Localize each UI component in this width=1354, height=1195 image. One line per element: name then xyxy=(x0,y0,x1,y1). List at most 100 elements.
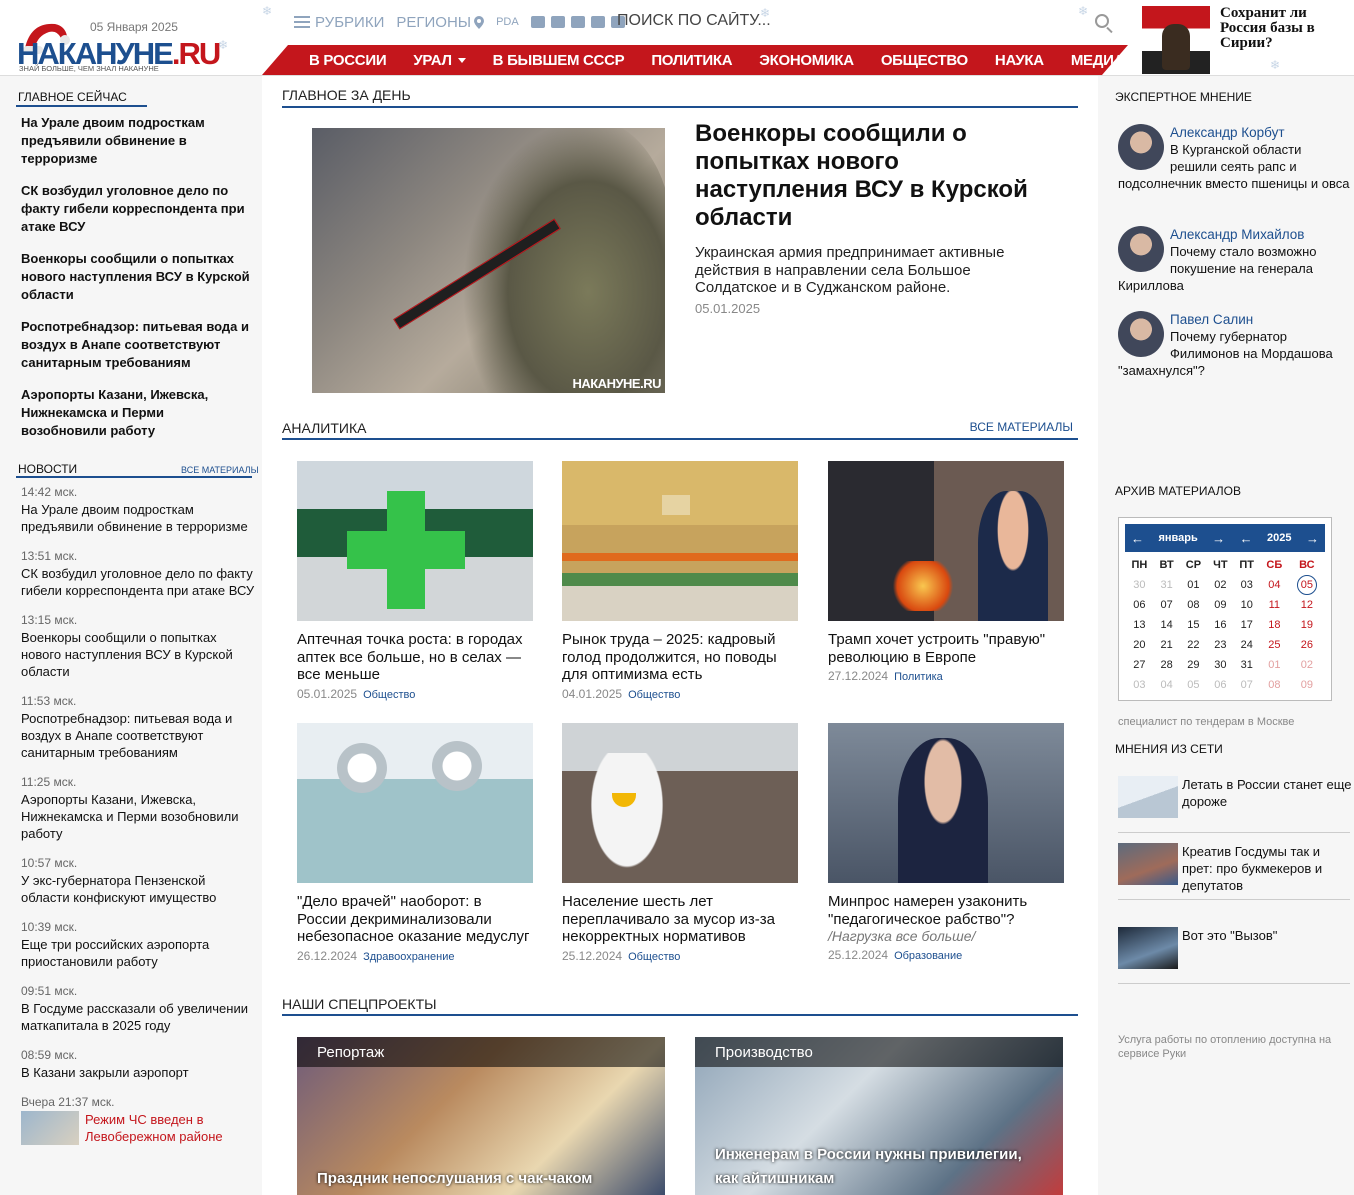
calendar-day[interactable]: 23 xyxy=(1207,635,1233,655)
regions-link[interactable]: РЕГИОНЫ xyxy=(396,14,485,31)
calendar-day[interactable]: 03 xyxy=(1233,575,1260,595)
calendar-day[interactable]: 30 xyxy=(1125,575,1154,595)
calendar-day[interactable]: 13 xyxy=(1125,615,1154,635)
news-all-link[interactable]: ВСЕ МАТЕРИАЛЫ xyxy=(181,465,259,475)
expert-item[interactable]: Александр Корбут В Курганской области ре… xyxy=(1118,124,1350,192)
calendar-day[interactable]: 07 xyxy=(1154,595,1180,615)
menu-item-politics[interactable]: ПОЛИТИКА xyxy=(651,52,732,69)
expert-item[interactable]: Павел Салин Почему губернатор Филимонов … xyxy=(1118,311,1350,379)
analytics-card[interactable]: Рынок труда – 2025: кадровый голод продо… xyxy=(562,461,798,701)
calendar-day[interactable]: 10 xyxy=(1233,595,1260,615)
lead-title[interactable]: Военкоры сообщили о попытках нового наст… xyxy=(695,120,1045,232)
calendar-day[interactable]: 17 xyxy=(1233,615,1260,635)
card-category[interactable]: Образование xyxy=(894,950,962,962)
calendar-day[interactable]: 28 xyxy=(1154,655,1180,675)
calendar-day[interactable]: 25 xyxy=(1260,635,1289,655)
menu-item-ural[interactable]: УРАЛ xyxy=(413,52,465,69)
calendar-day[interactable]: 29 xyxy=(1180,655,1208,675)
ad-link[interactable]: Услуга работы по отоплению доступна на с… xyxy=(1118,1033,1338,1061)
calendar-day[interactable]: 04 xyxy=(1260,575,1289,595)
list-item[interactable]: На Урале двоим подросткам предъявили обв… xyxy=(21,114,253,168)
list-item[interactable]: Роспотребнадзор: питьевая вода и воздух … xyxy=(21,318,253,372)
expert-item[interactable]: Александр Михайлов Почему стало возможно… xyxy=(1118,226,1350,294)
calendar-day[interactable]: 11 xyxy=(1260,595,1289,615)
card-category[interactable]: Здравоохранение xyxy=(363,951,454,963)
calendar-day[interactable]: 14 xyxy=(1154,615,1180,635)
prev-month-button[interactable]: ← xyxy=(1131,531,1144,546)
calendar-day[interactable]: 31 xyxy=(1233,655,1260,675)
ad-link[interactable]: специалист по тендерам в Москве xyxy=(1118,715,1338,729)
calendar-day[interactable]: 02 xyxy=(1207,575,1233,595)
news-item[interactable]: Вчера 21:37 мск. Режим ЧС введен в Левобе… xyxy=(21,1094,257,1145)
news-item[interactable]: 10:57 мск. У экс-губернатора Пензенской о… xyxy=(21,855,257,906)
ok-icon[interactable] xyxy=(590,16,605,28)
calendar-day[interactable]: 18 xyxy=(1260,615,1289,635)
news-item[interactable]: 10:39 мск. Еще три российских аэропорта п… xyxy=(21,919,257,970)
news-item[interactable]: 08:59 мск. В Казани закрыли аэропорт xyxy=(21,1047,257,1081)
calendar-day[interactable]: 02 xyxy=(1289,655,1325,675)
calendar-day[interactable]: 07 xyxy=(1233,675,1260,695)
next-month-button[interactable]: → xyxy=(1212,531,1225,546)
opinion-item[interactable]: Вот это "Вызов" xyxy=(1118,927,1350,984)
calendar-day[interactable]: 26 xyxy=(1289,635,1325,655)
menu-item-media[interactable]: МЕДИА xyxy=(1071,52,1138,69)
menu-item-russia[interactable]: В РОССИИ xyxy=(309,52,386,69)
menu-item-ussr[interactable]: В БЫВШЕМ СССР xyxy=(493,52,625,69)
next-year-button[interactable]: → xyxy=(1306,531,1319,546)
menu-item-society[interactable]: ОБЩЕСТВО xyxy=(881,52,968,69)
vk-icon[interactable] xyxy=(570,16,585,28)
analytics-card[interactable]: Аптечная точка роста: в городах аптек вс… xyxy=(297,461,533,701)
analytics-all-link[interactable]: ВСЕ МАТЕРИАЛЫ xyxy=(970,420,1073,434)
calendar-day[interactable]: 27 xyxy=(1125,655,1154,675)
calendar-day[interactable]: 30 xyxy=(1207,655,1233,675)
calendar-day[interactable]: 05 xyxy=(1180,675,1208,695)
calendar-day[interactable]: 03 xyxy=(1125,675,1154,695)
special-card[interactable]: Репортаж Праздник непослушания с чак-чак… xyxy=(297,1037,665,1195)
news-item[interactable]: 11:25 мск. Аэропорты Казани, Ижевска, Ниж… xyxy=(21,774,257,842)
news-item[interactable]: 09:51 мск. В Госдуме рассказали об увелич… xyxy=(21,983,257,1034)
prev-year-button[interactable]: ← xyxy=(1240,531,1253,546)
calendar-day[interactable]: 01 xyxy=(1260,655,1289,675)
pda-link[interactable]: PDA xyxy=(496,16,519,28)
calendar-day[interactable]: 31 xyxy=(1154,575,1180,595)
calendar-day[interactable]: 08 xyxy=(1180,595,1208,615)
opinion-item[interactable]: Креатив Госдумы так и прет: про букмекер… xyxy=(1118,843,1350,900)
rss-icon[interactable] xyxy=(530,16,545,28)
calendar-day[interactable]: 20 xyxy=(1125,635,1154,655)
analytics-card[interactable]: Минпрос намерен узаконить "педагогическо… xyxy=(828,723,1064,962)
calendar-day[interactable]: 04 xyxy=(1154,675,1180,695)
calendar-day[interactable]: 01 xyxy=(1180,575,1208,595)
news-item[interactable]: 14:42 мск. На Урале двоим подросткам пред… xyxy=(21,484,257,535)
analytics-card[interactable]: Трамп хочет устроить "правую" революцию … xyxy=(828,461,1064,683)
list-item[interactable]: Аэропорты Казани, Ижевска, Нижнекамска и… xyxy=(21,386,253,440)
list-item[interactable]: СК возбудил уголовное дело по факту гибе… xyxy=(21,182,253,236)
calendar-day[interactable]: 09 xyxy=(1289,675,1325,695)
calendar-day[interactable]: 12 xyxy=(1289,595,1325,615)
calendar-day[interactable]: 24 xyxy=(1233,635,1260,655)
card-category[interactable]: Общество xyxy=(628,689,680,701)
promo-banner[interactable]: Сохранит ли Россия базы в Сирии? xyxy=(1142,4,1352,74)
card-category[interactable]: Общество xyxy=(363,689,415,701)
list-item[interactable]: Военкоры сообщили о попытках нового наст… xyxy=(21,250,253,304)
card-category[interactable]: Общество xyxy=(628,951,680,963)
search-input[interactable] xyxy=(617,12,1087,30)
rubrics-link[interactable]: РУБРИКИ xyxy=(294,14,384,31)
analytics-card[interactable]: "Дело врачей" наоборот: в России декрими… xyxy=(297,723,533,963)
calendar-day[interactable]: 08 xyxy=(1260,675,1289,695)
news-item[interactable]: 13:51 мск. СК возбудил уголовное дело по … xyxy=(21,548,257,599)
calendar-day[interactable]: 06 xyxy=(1125,595,1154,615)
calendar-day[interactable]: 19 xyxy=(1289,615,1325,635)
calendar-day[interactable]: 05 xyxy=(1289,575,1325,595)
news-item[interactable]: 11:53 мск. Роспотребнадзор: питьевая вода… xyxy=(21,693,257,761)
calendar-day[interactable]: 15 xyxy=(1180,615,1208,635)
card-category[interactable]: Политика xyxy=(894,671,943,683)
calendar-day[interactable]: 22 xyxy=(1180,635,1208,655)
calendar-day[interactable]: 09 xyxy=(1207,595,1233,615)
special-card[interactable]: Производство Инженерам в России нужны пр… xyxy=(695,1037,1063,1195)
search-icon[interactable] xyxy=(1095,14,1109,28)
calendar-day[interactable]: 16 xyxy=(1207,615,1233,635)
menu-item-science[interactable]: НАУКА xyxy=(995,52,1044,69)
analytics-card[interactable]: Население шесть лет переплачивало за мус… xyxy=(562,723,798,963)
calendar-day[interactable]: 21 xyxy=(1154,635,1180,655)
calendar-day[interactable]: 06 xyxy=(1207,675,1233,695)
